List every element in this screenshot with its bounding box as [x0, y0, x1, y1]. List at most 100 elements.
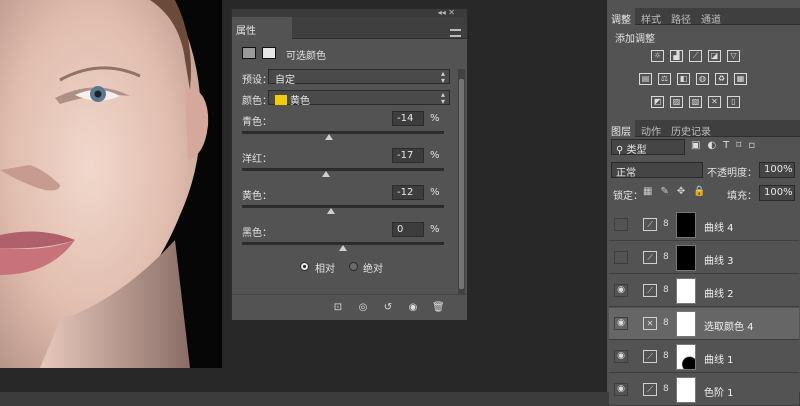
- tab-styles[interactable]: 样式: [637, 8, 665, 26]
- slider-value-input[interactable]: -12: [392, 185, 424, 200]
- slider-label: 黄色：: [242, 191, 272, 202]
- layer-mask-thumbnail[interactable]: [676, 377, 696, 403]
- link-icon[interactable]: 8: [663, 318, 669, 328]
- fill-input[interactable]: 100%: [759, 185, 795, 201]
- panel-top-strip: ◂◂ ✕: [232, 9, 467, 17]
- layer-row[interactable]: ◉ ✕ 8 选取颜色 4: [609, 308, 799, 340]
- gradient-map-icon[interactable]: ▯: [727, 96, 740, 108]
- tab-properties[interactable]: 属性: [232, 17, 292, 39]
- invert-icon[interactable]: ◩: [651, 96, 664, 108]
- slider-track[interactable]: [242, 168, 444, 171]
- filter-icons[interactable]: ▣◐T⌑▫: [691, 140, 762, 151]
- panel-scrollbar[interactable]: [458, 69, 465, 301]
- slider-value-input[interactable]: -14: [392, 111, 424, 126]
- hue-saturation-icon[interactable]: ▤: [639, 73, 652, 85]
- slider-thumb[interactable]: [326, 208, 335, 214]
- slider-thumb[interactable]: [321, 171, 330, 177]
- preset-select[interactable]: 自定 ▴ ▾: [268, 69, 450, 86]
- color-lookup-icon[interactable]: ▦: [734, 73, 747, 85]
- layer-kind-filter[interactable]: ⚲ 类型: [611, 139, 685, 156]
- layer-name: 曲线 3: [704, 256, 734, 267]
- exposure-icon[interactable]: ◪: [708, 50, 721, 62]
- layer-mask-icon[interactable]: [262, 47, 276, 59]
- eye-icon[interactable]: ◉: [614, 383, 628, 396]
- add-adjustment-title: 添加调整: [615, 34, 655, 45]
- collapse-arrows-icon[interactable]: ◂◂ ✕: [438, 9, 455, 17]
- layer-mask-thumbnail[interactable]: [676, 311, 696, 337]
- tab-history[interactable]: 历史记录: [667, 120, 715, 138]
- eye-icon[interactable]: ◉: [614, 284, 628, 297]
- selective-color-icon[interactable]: ✕: [708, 96, 721, 108]
- layer-row[interactable]: ◉ ⟋ 8 色阶 1: [609, 374, 799, 406]
- threshold-icon[interactable]: ▧: [689, 96, 702, 108]
- tab-layers[interactable]: 图层: [607, 120, 635, 138]
- posterize-icon[interactable]: ▨: [670, 96, 683, 108]
- black-white-icon[interactable]: ◧: [677, 73, 690, 85]
- eye-icon[interactable]: ◉: [614, 317, 628, 330]
- curves-icon: ⟋: [643, 350, 657, 363]
- opacity-input[interactable]: 100%: [759, 162, 795, 178]
- delete-icon[interactable]: 🗑: [432, 302, 445, 314]
- layer-name: 曲线 4: [704, 223, 734, 234]
- brightness-icon[interactable]: ☼: [651, 50, 664, 62]
- opacity-value: 100%: [764, 164, 793, 175]
- slider-value-input[interactable]: 0: [392, 222, 424, 237]
- tab-channels[interactable]: 通道: [697, 8, 725, 26]
- layer-name: 曲线 1: [704, 355, 734, 366]
- relative-radio[interactable]: [300, 262, 309, 271]
- visibility-icon[interactable]: ◉: [407, 302, 419, 314]
- workspace-bottom: [0, 368, 606, 392]
- color-balance-icon[interactable]: ⚖: [658, 73, 671, 85]
- eye-icon[interactable]: ◉: [614, 350, 628, 363]
- view-previous-icon[interactable]: ◎: [357, 302, 369, 314]
- tab-paths[interactable]: 路径: [667, 8, 695, 26]
- link-icon[interactable]: 8: [663, 285, 669, 295]
- slider-label: 青色：: [242, 117, 272, 128]
- blend-mode-select[interactable]: 正常: [611, 162, 703, 179]
- layer-row[interactable]: ◉ ⟋ 8 曲线 1: [609, 341, 799, 373]
- layer-row[interactable]: ⟋ 8 曲线 4: [609, 209, 799, 241]
- properties-bottom-bar: ⊡ ◎ ↺ ◉ 🗑: [232, 294, 467, 320]
- link-icon[interactable]: 8: [663, 384, 669, 394]
- properties-panel: ◂◂ ✕ 属性 可选颜色 预设： 自定 ▴ ▾ 颜色： 黄色 ▴ ▾ 青色： -14%…: [231, 8, 468, 320]
- link-icon[interactable]: 8: [663, 219, 669, 229]
- tab-actions[interactable]: 动作: [637, 120, 665, 138]
- slider-thumb[interactable]: [339, 245, 347, 251]
- layer-mask-thumbnail[interactable]: [676, 212, 696, 238]
- panel-menu-icon[interactable]: [450, 29, 461, 37]
- scrollbar-thumb[interactable]: [459, 79, 464, 289]
- reset-icon[interactable]: ↺: [382, 302, 394, 314]
- layer-row[interactable]: ⟋ 8 曲线 3: [609, 242, 799, 274]
- selective-color-icon: ✕: [643, 317, 657, 330]
- colors-select[interactable]: 黄色 ▴ ▾: [268, 90, 450, 107]
- channel-mixer-icon[interactable]: ♻: [715, 73, 728, 85]
- photo-filter-icon[interactable]: ◍: [696, 73, 709, 85]
- visibility-off-icon[interactable]: [614, 218, 628, 231]
- link-icon[interactable]: 8: [663, 252, 669, 262]
- color-swatch: [275, 95, 287, 105]
- tab-adjustments[interactable]: 调整: [607, 8, 635, 26]
- link-icon[interactable]: 8: [663, 351, 669, 361]
- visibility-off-icon[interactable]: [614, 251, 628, 264]
- layer-mask-thumbnail[interactable]: [676, 278, 696, 304]
- slider-value-input[interactable]: -17: [392, 148, 424, 163]
- absolute-radio[interactable]: [349, 262, 358, 271]
- percent-unit: %: [430, 113, 440, 124]
- curves-icon[interactable]: ⟋: [689, 50, 702, 62]
- curves-icon: ⟋: [643, 383, 657, 396]
- layer-row[interactable]: ◉ ⟋ 8 曲线 2: [609, 275, 799, 307]
- slider-track[interactable]: [242, 131, 444, 134]
- clip-to-layer-icon[interactable]: ⊡: [332, 302, 344, 314]
- levels-icon[interactable]: ▟: [670, 50, 683, 62]
- blend-mode-value: 正常: [616, 168, 636, 179]
- layer-mask-thumbnail[interactable]: [676, 245, 696, 271]
- layer-mask-thumbnail[interactable]: [676, 344, 696, 370]
- slider-track[interactable]: [242, 205, 444, 208]
- lock-label: 锁定：: [613, 191, 643, 202]
- right-panel-column: 调整 样式 路径 通道 添加调整 ☼ ▟ ⟋ ◪ ▽ ▤ ⚖ ◧ ◍ ♻ ▦ ◩ ▨ ▧ ✕ ▯ 图层 动作 …: [606, 0, 800, 406]
- adjustment-header: 可选颜色: [240, 45, 390, 63]
- vibrance-icon[interactable]: ▽: [727, 50, 740, 62]
- fill-label: 填充：: [727, 191, 757, 202]
- slider-thumb[interactable]: [324, 134, 333, 140]
- lock-icons[interactable]: ▦✎✥🔒: [643, 186, 714, 197]
